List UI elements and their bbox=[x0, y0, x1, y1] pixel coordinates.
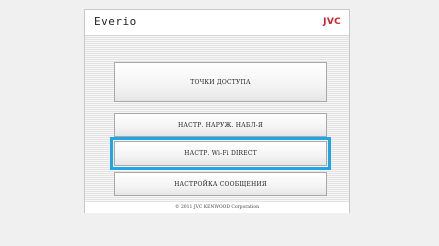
header-bar: Everio JVC bbox=[85, 10, 349, 36]
menu-panel: ТОЧКИ ДОСТУПА НАСТР. НАРУЖ. НАБЛ-Я НАСТР… bbox=[85, 36, 349, 202]
wifi-direct-settings-button[interactable]: НАСТР. Wi-Fi DIRECT bbox=[114, 141, 327, 166]
copyright-footer: © 2011 JVC KENWOOD Corporation bbox=[85, 202, 349, 213]
brand-title: Everio bbox=[94, 15, 137, 28]
jvc-logo: JVC bbox=[323, 17, 341, 27]
message-settings-button[interactable]: НАСТРОЙКА СООБЩЕНИЯ bbox=[114, 172, 327, 196]
access-points-button[interactable]: ТОЧКИ ДОСТУПА bbox=[114, 62, 327, 102]
outdoor-monitor-settings-button[interactable]: НАСТР. НАРУЖ. НАБЛ-Я bbox=[114, 113, 327, 137]
app-frame: Everio JVC ТОЧКИ ДОСТУПА НАСТР. НАРУЖ. Н… bbox=[84, 9, 350, 213]
